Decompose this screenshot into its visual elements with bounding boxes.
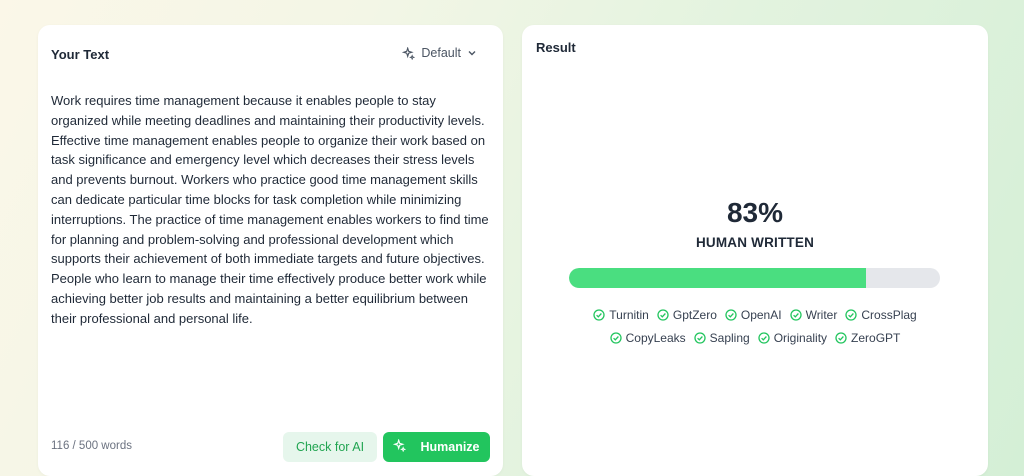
detector-item: ZeroGPT: [835, 331, 900, 345]
input-panel: Your Text Default Work requires time man…: [38, 25, 503, 476]
progress-fill: [569, 268, 866, 288]
mode-dropdown[interactable]: Default: [402, 46, 477, 60]
detector-label: CrossPlag: [861, 308, 917, 322]
check-circle-icon: [657, 309, 669, 321]
human-score-progress-bar: [569, 268, 940, 288]
sparkle-icon: [402, 46, 416, 60]
mode-label: Default: [421, 46, 461, 60]
result-percent: 83%: [726, 197, 784, 228]
check-circle-icon: [694, 332, 706, 344]
detector-item: GptZero: [657, 308, 717, 322]
result-panel-title: Result: [536, 40, 576, 55]
detector-list-row-1: Turnitin GptZero OpenAI Writer CrossPlag: [522, 308, 988, 322]
detector-label: Sapling: [709, 331, 750, 345]
input-panel-title: Your Text: [51, 47, 110, 62]
detector-item: CopyLeaks: [609, 331, 686, 345]
check-for-ai-button[interactable]: Check for AI: [283, 432, 377, 462]
chevron-down-icon: [467, 48, 477, 58]
detector-label: Originality: [773, 331, 828, 345]
detector-item: Turnitin: [593, 308, 649, 322]
humanize-button[interactable]: Humanize: [383, 432, 490, 462]
sparkle-icon: [393, 438, 407, 455]
check-circle-icon: [725, 309, 737, 321]
detector-item: OpenAI: [725, 308, 782, 322]
detector-label: Writer: [805, 308, 838, 322]
check-for-ai-label: Check for AI: [295, 440, 365, 454]
detector-item: CrossPlag: [845, 308, 917, 322]
text-input[interactable]: Work requires time management because it…: [51, 91, 491, 329]
detector-item: Writer: [789, 308, 838, 322]
humanize-label: Humanize: [420, 440, 480, 454]
check-circle-icon: [609, 332, 622, 344]
check-circle-icon: [789, 309, 802, 321]
detector-label: OpenAI: [740, 308, 782, 322]
detector-label: Turnitin: [609, 308, 649, 322]
detector-item: Sapling: [694, 331, 750, 345]
check-circle-icon: [835, 332, 847, 344]
check-circle-icon: [593, 309, 605, 321]
detector-list-row-2: CopyLeaks Sapling Originality ZeroGPT: [522, 331, 988, 345]
word-count: 116 / 500 words: [51, 440, 132, 452]
result-label: HUMAN WRITTEN: [695, 235, 815, 250]
check-circle-icon: [845, 309, 858, 321]
check-circle-icon: [758, 332, 770, 344]
result-panel: Result 83% HUMAN WRITTEN Turnitin GptZero…: [522, 25, 988, 476]
detector-label: CopyLeaks: [625, 331, 686, 345]
detector-label: GptZero: [672, 308, 717, 322]
detector-item: Originality: [758, 331, 827, 345]
detector-label: ZeroGPT: [851, 331, 901, 345]
